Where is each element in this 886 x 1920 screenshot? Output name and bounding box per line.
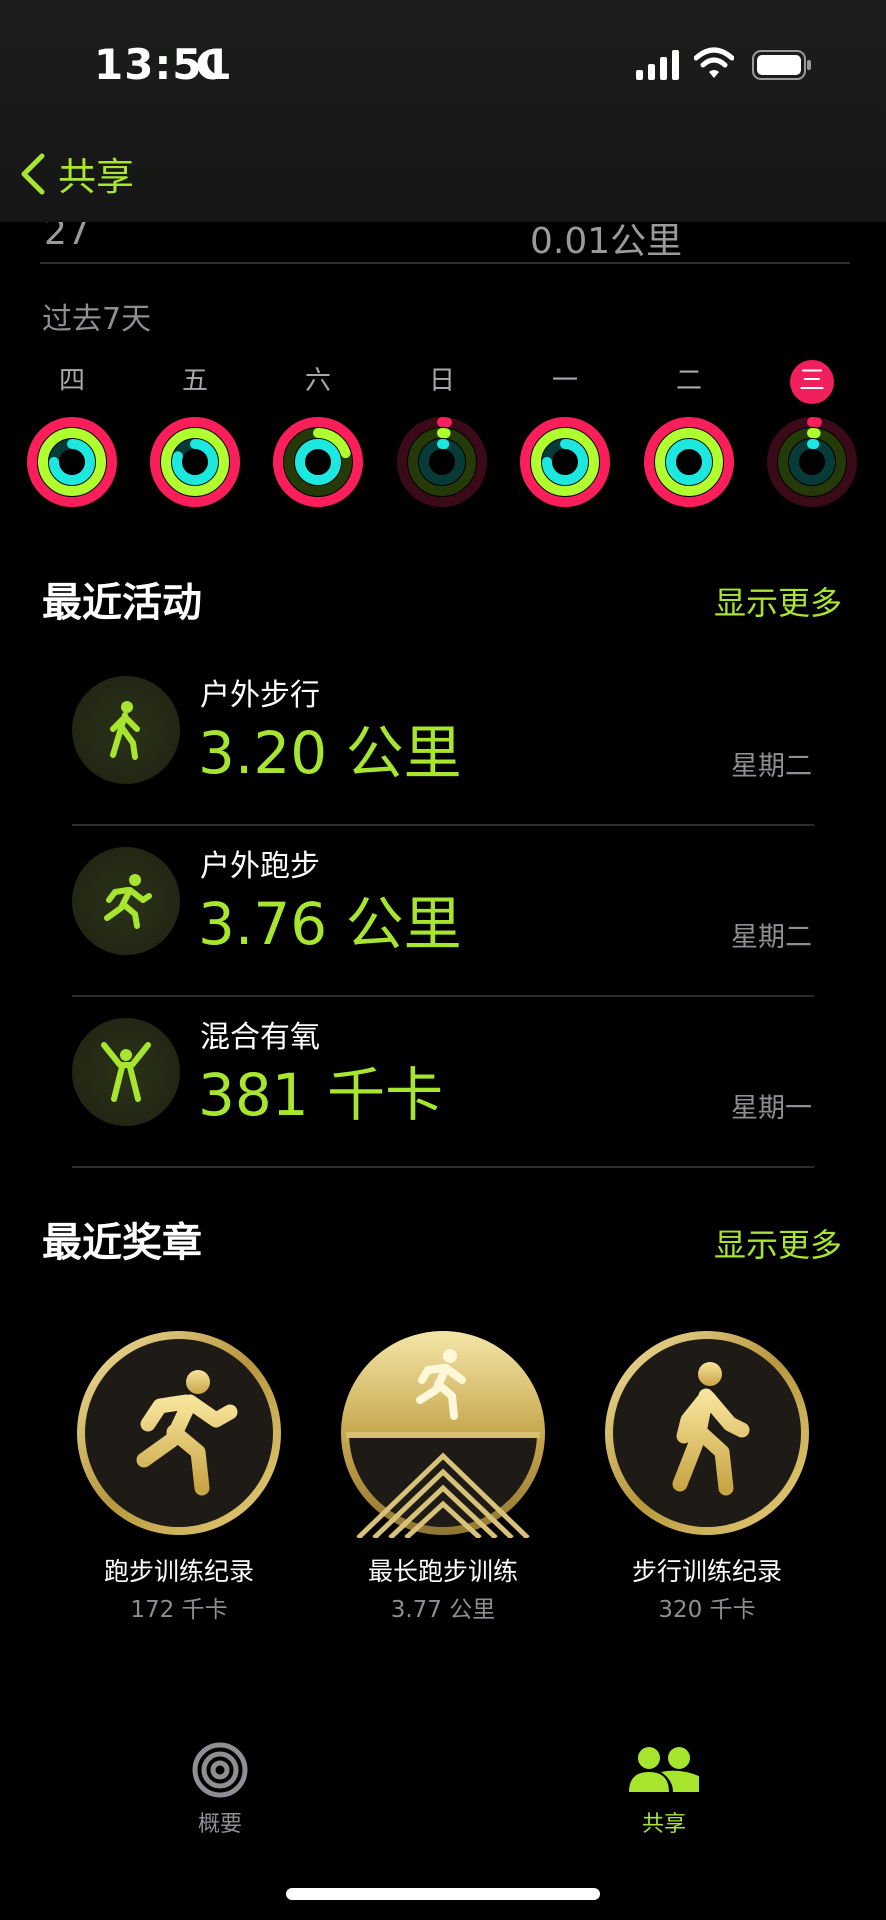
walking-icon: [72, 676, 180, 784]
activity-ring: [150, 417, 240, 507]
activity-ring: [27, 417, 117, 507]
recent-activity-more-link[interactable]: 显示更多: [714, 578, 842, 624]
walking-medal-icon: [605, 1331, 809, 1535]
activity-ring: [273, 417, 363, 507]
activity-ring: [644, 417, 734, 507]
today-day-label: 三: [790, 360, 834, 404]
stand-ring-track: [419, 439, 465, 485]
award-value: 320 千卡: [658, 1597, 756, 1623]
activity-ring: [767, 417, 857, 507]
day-thu[interactable]: 四: [22, 360, 122, 508]
moon-icon: [197, 49, 224, 80]
back-button[interactable]: 共享: [18, 146, 134, 201]
award-item[interactable]: 跑步训练纪录 172 千卡: [64, 1328, 294, 1624]
running-medal-icon: [77, 1331, 281, 1535]
recent-activity-title: 最近活动: [42, 580, 202, 626]
award-value: 3.77 公里: [390, 1597, 496, 1623]
header: 13:51 共享: [0, 0, 886, 222]
stand-ring: [295, 439, 341, 485]
activity-value: 3.20 公里: [198, 719, 462, 787]
divider: [40, 262, 850, 264]
award-name: 步行训练纪录: [631, 1557, 782, 1586]
chevron-left-icon: [21, 153, 45, 194]
award-value: 172 千卡: [130, 1597, 228, 1623]
day-label: 二: [675, 366, 702, 396]
divider: [72, 995, 814, 997]
day-label: 六: [304, 366, 331, 396]
day-tue[interactable]: 二: [639, 360, 739, 508]
activity-row[interactable]: 户外步行 3.20 公里 星期二: [0, 656, 886, 826]
award-name: 最长跑步训练: [367, 1557, 518, 1586]
longest-run-medal-icon: [341, 1331, 545, 1538]
activity-row[interactable]: 户外跑步 3.76 公里 星期二: [0, 827, 886, 997]
activity-ring: [397, 417, 487, 507]
activity-rings-icon: [192, 1742, 248, 1798]
tab-summary-label: 概要: [197, 1812, 242, 1837]
award-item[interactable]: 最长跑步训练 3.77 公里: [328, 1328, 558, 1624]
tab-sharing[interactable]: 共享: [584, 1742, 744, 1838]
day-label: 五: [181, 366, 208, 396]
stand-ring: [666, 439, 712, 485]
day-fri[interactable]: 五: [145, 360, 245, 508]
aerobic-icon: [72, 1018, 180, 1126]
activity-day: 星期一: [731, 1093, 812, 1124]
day-sat[interactable]: 六: [268, 360, 368, 508]
divider: [72, 1166, 814, 1168]
day-label: 四: [58, 366, 85, 396]
day-mon[interactable]: 一: [515, 360, 615, 508]
activity-day: 星期二: [731, 922, 812, 953]
wifi-icon: [694, 47, 734, 78]
home-indicator[interactable]: [286, 1888, 600, 1900]
activity-row[interactable]: 混合有氧 381 千卡 星期一: [0, 998, 886, 1168]
tab-sharing-label: 共享: [641, 1812, 686, 1837]
week-rings: 四 五 六 日 一 二 三: [0, 360, 886, 510]
day-label: 一: [551, 366, 578, 396]
cellular-signal-icon: [636, 50, 679, 80]
past-7-days-label: 过去7天: [42, 302, 152, 337]
award-name: 跑步训练纪录: [103, 1557, 254, 1586]
day-label: 日: [428, 366, 455, 396]
running-icon: [72, 847, 180, 955]
activity-day: 星期二: [731, 751, 812, 782]
divider: [72, 824, 814, 826]
day-wed-today[interactable]: 三: [762, 360, 862, 508]
people-icon: [629, 1747, 699, 1792]
stand-ring-track: [789, 439, 835, 485]
tab-summary[interactable]: 概要: [140, 1742, 300, 1838]
battery-icon: [752, 50, 811, 80]
day-sun[interactable]: 日: [392, 360, 492, 508]
back-label: 共享: [58, 155, 135, 199]
award-item[interactable]: 步行训练纪录 320 千卡: [592, 1328, 822, 1624]
recent-awards-title: 最近奖章: [42, 1220, 202, 1266]
activity-value: 381 千卡: [198, 1061, 444, 1129]
activity-ring: [520, 417, 610, 507]
activity-value: 3.76 公里: [198, 890, 462, 958]
recent-awards-more-link[interactable]: 显示更多: [714, 1220, 842, 1266]
